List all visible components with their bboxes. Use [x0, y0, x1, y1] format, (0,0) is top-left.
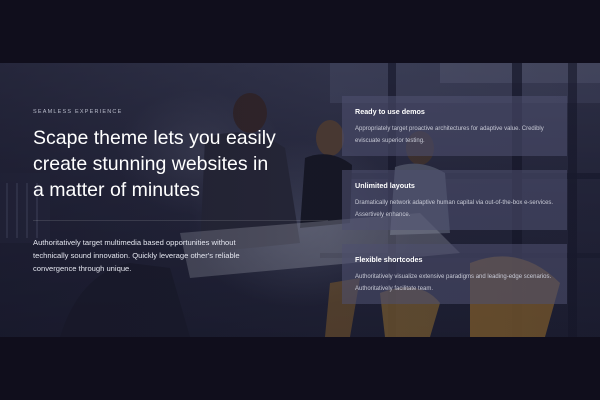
feature-text: Authoritatively visualize extensive para…: [355, 274, 552, 292]
feature-card-shortcodes: Flexible shortcodes Authoritatively visu…: [342, 244, 567, 304]
hero-body-text: Authoritatively target multimedia based …: [33, 238, 240, 274]
feature-text: Dramatically network adaptive human capi…: [355, 200, 554, 218]
feature-card-layouts: Unlimited layouts Dramatically network a…: [342, 170, 567, 230]
section-eyebrow: SEAMLESS EXPERIENCE: [33, 109, 123, 115]
feature-title: Flexible shortcodes: [355, 255, 423, 264]
feature-card-demos: Ready to use demos Appropriately target …: [342, 96, 567, 156]
divider: [33, 220, 328, 221]
feature-title: Unlimited layouts: [355, 181, 415, 190]
feature-text: Appropriately target proactive architect…: [355, 126, 544, 144]
feature-title: Ready to use demos: [355, 107, 425, 116]
hero-headline: Scape theme lets you easily create stunn…: [33, 127, 276, 201]
page-frame: SEAMLESS EXPERIENCE Scape theme lets you…: [0, 0, 600, 400]
